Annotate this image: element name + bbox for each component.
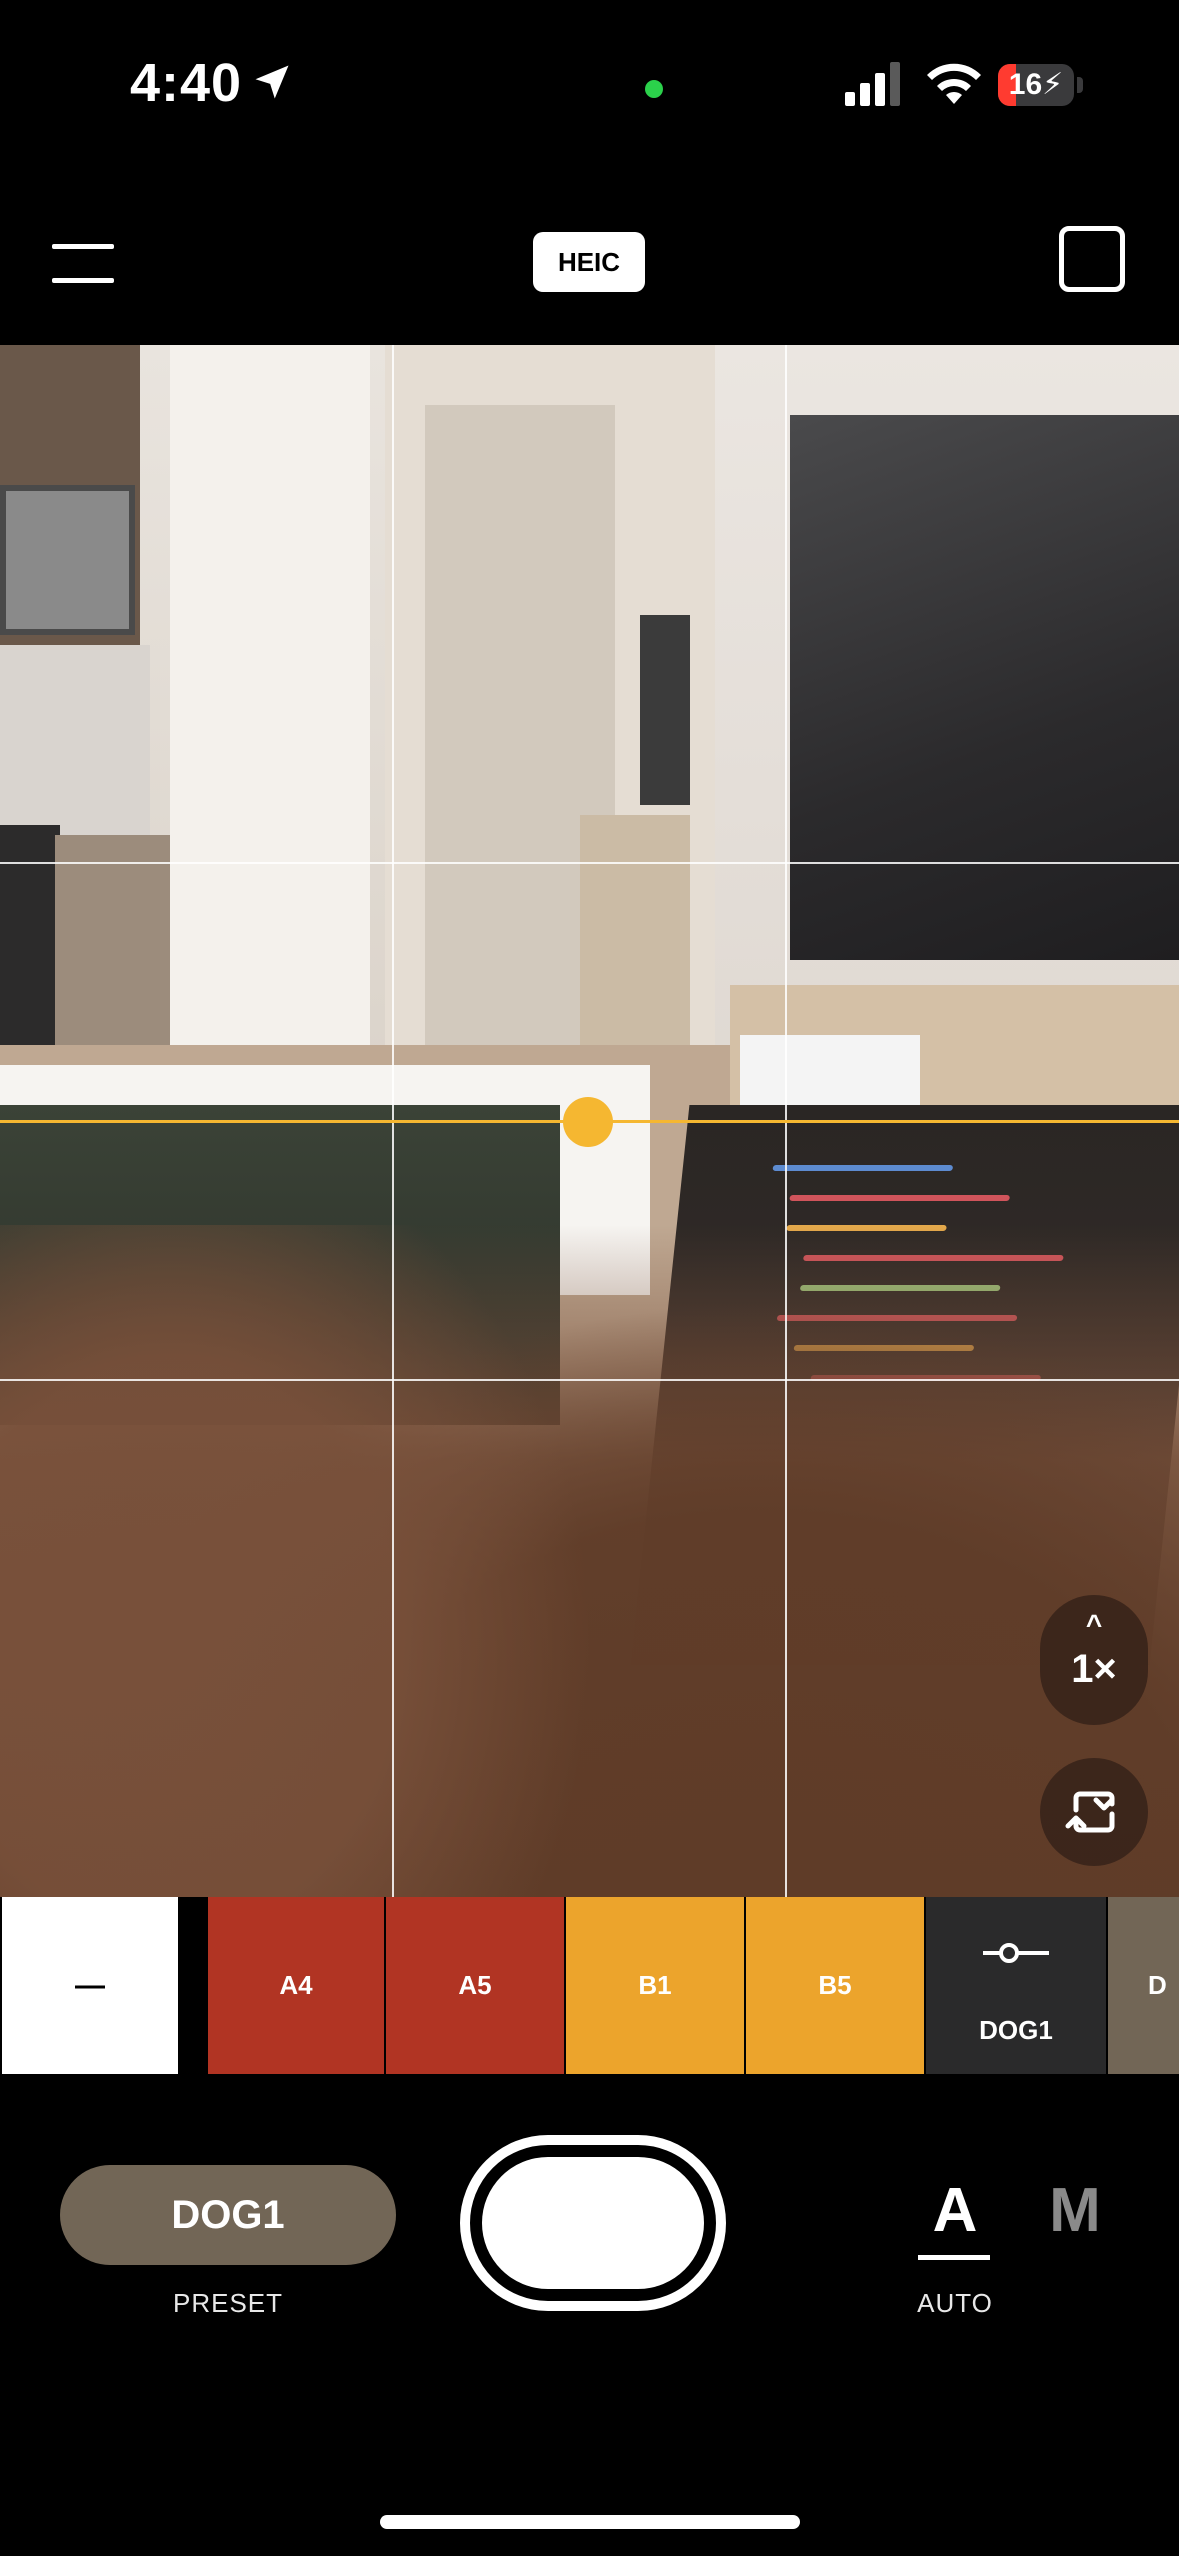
manual-mode-button[interactable]: M bbox=[1045, 2175, 1105, 2246]
status-bar: 4:40 16⚡ bbox=[0, 0, 1179, 175]
home-indicator[interactable] bbox=[380, 2515, 800, 2529]
preset-swatch-dog1[interactable]: DOG1 bbox=[926, 1897, 1106, 2074]
preset-swatch-none[interactable]: — bbox=[2, 1897, 178, 2074]
menu-button[interactable] bbox=[52, 240, 114, 286]
battery-indicator: 16⚡ bbox=[998, 64, 1084, 106]
preset-strip[interactable]: — A4 A5 B1 B5 DOG1 D bbox=[0, 1897, 1179, 2074]
preset-swatch-label: B1 bbox=[638, 1970, 672, 2000]
charging-bolt-icon: ⚡ bbox=[1042, 68, 1064, 101]
grid-line bbox=[0, 1379, 1179, 1381]
hamburger-menu-icon bbox=[52, 244, 114, 249]
mode-caption: AUTO bbox=[917, 2288, 993, 2318]
preset-swatch-b1[interactable]: B1 bbox=[566, 1897, 744, 2074]
slider-adjust-icon bbox=[983, 1943, 1049, 1963]
preset-swatch-label: B5 bbox=[818, 1970, 852, 2000]
preset-swatch-label: A5 bbox=[458, 1970, 492, 2000]
zoom-caret-icon: ^ bbox=[1085, 1609, 1103, 1640]
flip-camera-icon bbox=[1065, 1791, 1115, 1833]
preset-swatch-b5[interactable]: B5 bbox=[746, 1897, 924, 2074]
flip-camera-button[interactable] bbox=[1040, 1758, 1148, 1866]
preset-swatch-a5[interactable]: A5 bbox=[386, 1897, 564, 2074]
preset-swatch-a4[interactable]: A4 bbox=[208, 1897, 384, 2074]
cellular-signal-icon bbox=[845, 62, 900, 106]
zoom-button[interactable]: ^ 1× bbox=[1040, 1595, 1148, 1725]
auto-mode-underline bbox=[918, 2255, 990, 2260]
preset-swatch-label: A4 bbox=[279, 1970, 313, 2000]
preset-caption: PRESET bbox=[172, 2288, 284, 2318]
shutter-button-inner bbox=[482, 2157, 704, 2289]
status-time: 4:40 bbox=[130, 53, 243, 113]
aspect-ratio-button[interactable] bbox=[1059, 226, 1125, 292]
preset-divider bbox=[178, 1897, 206, 2074]
format-toggle-button[interactable]: HEIC bbox=[533, 232, 645, 292]
zoom-level: 1× bbox=[1071, 1647, 1117, 1691]
camera-viewfinder[interactable] bbox=[0, 345, 1179, 1897]
preset-swatch-d[interactable]: D bbox=[1108, 1897, 1179, 2074]
preset-swatch-label: — bbox=[75, 1969, 105, 2002]
preset-swatch-label: DOG1 bbox=[979, 2015, 1053, 2045]
battery-level: 16 bbox=[1008, 68, 1043, 101]
camera-in-use-dot bbox=[645, 80, 663, 98]
horizon-level-knob bbox=[563, 1097, 613, 1147]
auto-mode-button[interactable]: A bbox=[925, 2175, 985, 2246]
grid-line bbox=[0, 862, 1179, 864]
wifi-icon bbox=[927, 63, 981, 104]
preset-selector-button[interactable]: DOG1 bbox=[60, 2165, 396, 2265]
preset-swatch-label: D bbox=[1148, 1970, 1167, 2000]
location-arrow-icon bbox=[255, 65, 289, 99]
shutter-button[interactable] bbox=[460, 2135, 726, 2311]
